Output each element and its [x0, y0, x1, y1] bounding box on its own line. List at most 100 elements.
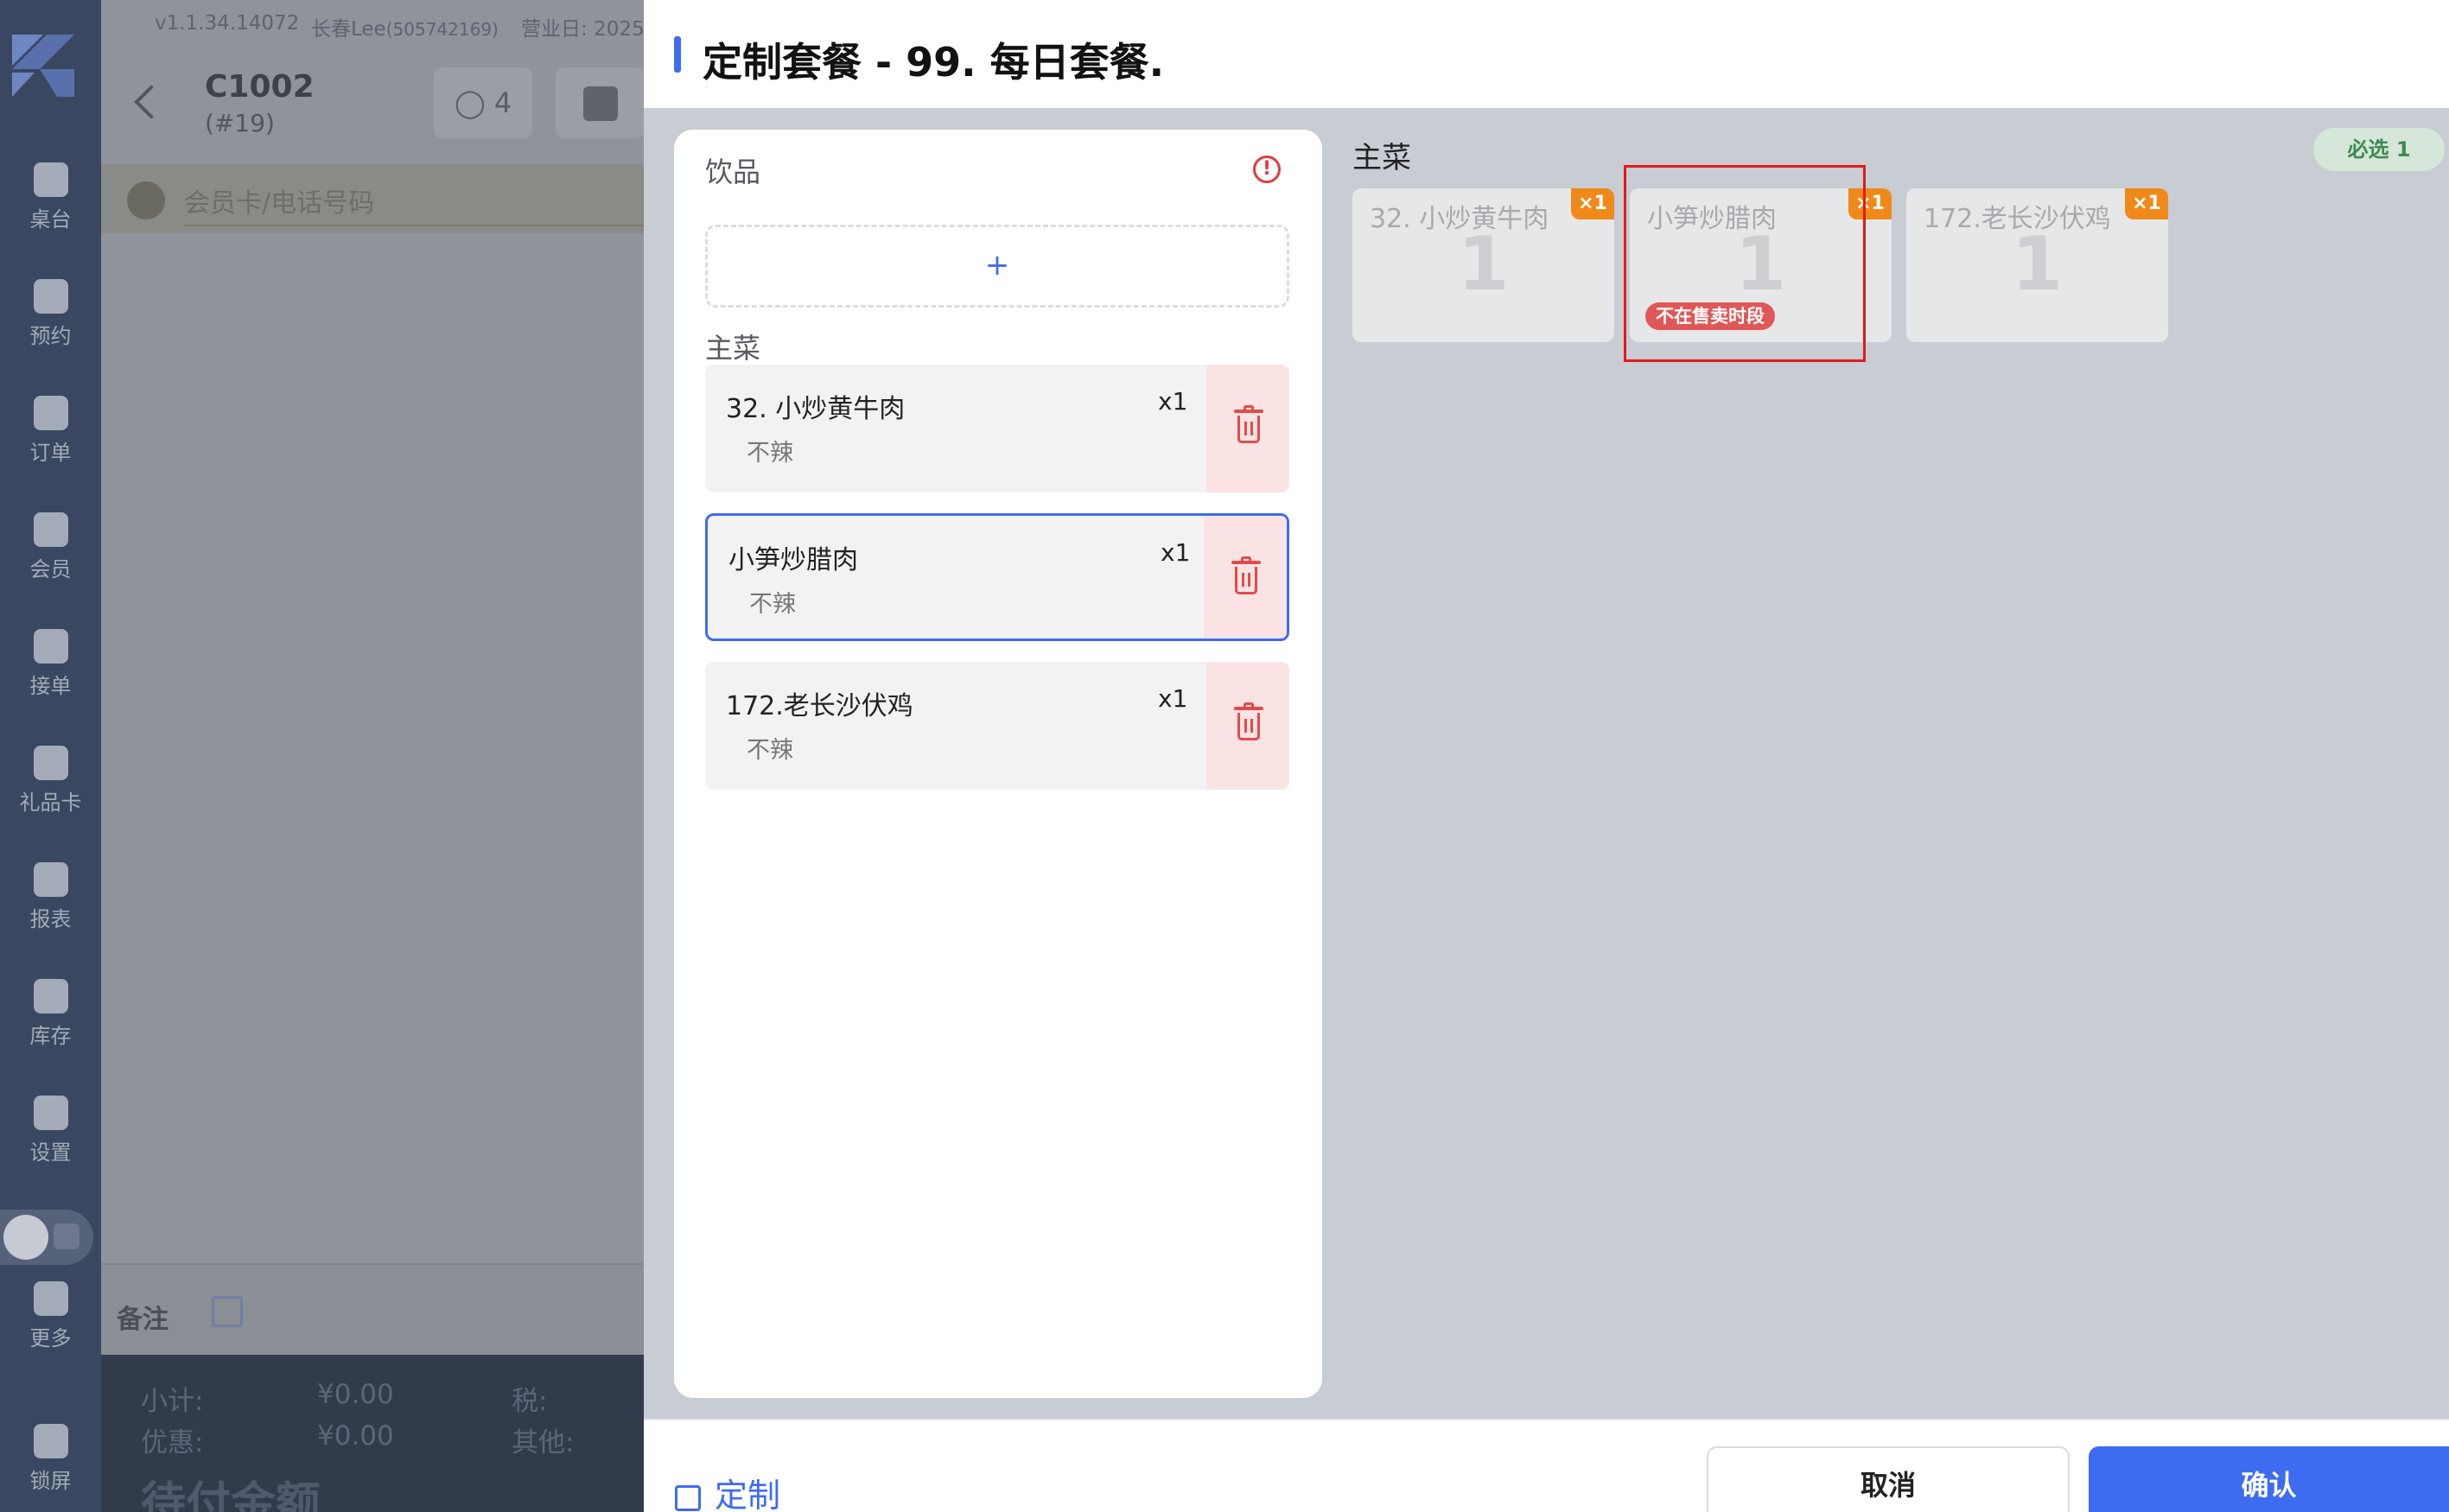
view-toggle[interactable]: [0, 1210, 93, 1265]
note-label: 备注: [117, 1305, 169, 1335]
modal-header: 定制套餐 - 99. 每日套餐.: [644, 0, 2449, 108]
required-badge: 必选 1: [2313, 128, 2445, 171]
item-name: 172.老长沙伏鸡: [726, 691, 913, 721]
nav-item-label: 预约: [29, 324, 72, 348]
settings-icon: [33, 1096, 68, 1130]
trash-icon: [1234, 702, 1263, 741]
dish-count: 1: [1457, 221, 1510, 308]
dish-badge: ×1: [1571, 188, 1614, 219]
item-option: 不辣: [749, 591, 796, 618]
bag-icon: [583, 86, 618, 121]
item-name: 32. 小炒黄牛肉: [726, 394, 906, 424]
order-icon: [33, 396, 68, 430]
customize-button[interactable]: 定制: [675, 1469, 780, 1512]
nav-item-label: 会员: [29, 557, 72, 581]
list-view-icon: [54, 1223, 80, 1249]
other-label: 其他:: [512, 1427, 575, 1458]
delete-button[interactable]: [1204, 516, 1287, 638]
order-header: C1002 (#19) ◯ 4: [101, 52, 646, 156]
add-drink-button[interactable]: +: [705, 225, 1289, 308]
delete-button[interactable]: [1206, 365, 1289, 492]
selected-item[interactable]: 小笋炒腊肉 x1 不辣: [705, 513, 1289, 641]
nav-item-label: 库存: [29, 1024, 72, 1048]
amount-due-label: 待付金额: [141, 1478, 321, 1512]
member-input[interactable]: 会员卡/电话号码: [184, 181, 374, 219]
nav-item-label: 锁屏: [29, 1469, 72, 1493]
warning-icon: !: [1253, 156, 1281, 183]
selected-item[interactable]: 172.老长沙伏鸡 x1 不辣: [705, 662, 1289, 790]
reservation-icon: [33, 279, 68, 314]
user-name: 长春Lee(505742169): [311, 18, 499, 41]
nav-item[interactable]: 预约: [0, 279, 101, 349]
confirm-button[interactable]: 确认: [2089, 1446, 2449, 1512]
nav-item-label: 设置: [29, 1140, 72, 1165]
nav-item-label: 接单: [29, 674, 72, 698]
highlight-box: [1624, 165, 1866, 362]
bag-button[interactable]: [556, 67, 646, 138]
nav-item[interactable]: 订单: [0, 396, 101, 466]
business-day: 营业日: 2025: [521, 18, 645, 41]
nav-item[interactable]: 设置: [0, 1096, 101, 1166]
edit-note-icon[interactable]: [212, 1296, 243, 1327]
dish-count: 1: [2011, 221, 2064, 308]
dish-card[interactable]: 32. 小炒黄牛肉 1 ×1: [1352, 188, 1614, 342]
nav-item[interactable]: 礼品卡: [0, 746, 101, 816]
member-search[interactable]: 会员卡/电话号码: [101, 164, 646, 233]
nav-item[interactable]: 库存: [0, 979, 101, 1049]
selected-items-card: 饮品 ! + 主菜 32. 小炒黄牛肉 x1 不辣 小笋炒腊肉 x1 不辣 172.老长沙伏…: [674, 130, 1322, 1398]
dish-group-title: 主菜: [1352, 141, 1411, 175]
status-bar: v1.1.34.14072 长春Lee(505742169) 营业日: 2025: [101, 0, 646, 52]
modal-body: 饮品 ! + 主菜 32. 小炒黄牛肉 x1 不辣 小笋炒腊肉 x1 不辣 172.老长沙伏…: [644, 108, 2449, 1419]
cancel-button[interactable]: 取消: [1707, 1446, 2070, 1512]
discount-label: 优惠:: [141, 1427, 204, 1458]
back-icon[interactable]: [134, 85, 169, 119]
nav-item[interactable]: 会员: [0, 512, 101, 582]
subtotal-value: ¥0.00: [317, 1379, 394, 1410]
more-icon: [33, 1281, 68, 1316]
inventory-icon: [33, 979, 68, 1013]
guest-count: 4: [493, 86, 512, 119]
nav-item-label: 订单: [29, 441, 72, 465]
drinks-section-title: 饮品: [705, 156, 761, 188]
customize-icon: [675, 1484, 701, 1511]
lock-icon: [33, 1424, 68, 1458]
table-number: C1002: [205, 69, 315, 105]
title-accent: [674, 36, 681, 73]
divider: [184, 225, 646, 226]
dish-card[interactable]: 172.老长沙伏鸡 1 ×1: [1906, 188, 2168, 342]
trash-icon: [1234, 405, 1263, 444]
nav-item-label: 礼品卡: [19, 791, 82, 815]
discount-value: ¥0.00: [317, 1420, 394, 1452]
nav-item-label: 更多: [29, 1326, 72, 1350]
note-row: 备注: [101, 1263, 646, 1358]
nav-item-label: 报表: [29, 907, 72, 931]
item-qty: x1: [1158, 387, 1188, 416]
nav-item[interactable]: 更多: [0, 1281, 101, 1351]
nav-item[interactable]: 锁屏: [0, 1424, 101, 1494]
totals-panel: 小计: ¥0.00 税: 优惠: ¥0.00 其他: 待付金额: [101, 1355, 646, 1512]
nav-item[interactable]: 桌台: [0, 162, 101, 232]
person-icon: ◯: [454, 86, 486, 119]
item-name: 小笋炒腊肉: [728, 545, 858, 575]
nav-item-label: 桌台: [29, 207, 72, 232]
guest-count-button[interactable]: ◯ 4: [434, 67, 532, 138]
nav-item[interactable]: 接单: [0, 629, 101, 699]
modal-title: 定制套餐 - 99. 每日套餐.: [703, 39, 1165, 86]
modal-footer: 定制 取消 确认: [644, 1419, 2449, 1512]
nav-item[interactable]: 报表: [0, 862, 101, 932]
trash-icon: [1231, 556, 1261, 595]
accept-order-icon: [33, 629, 68, 664]
dish-badge: ×1: [2125, 188, 2168, 219]
item-option: 不辣: [747, 737, 793, 764]
item-qty: x1: [1161, 538, 1191, 567]
member-icon: [127, 181, 165, 219]
delete-button[interactable]: [1206, 662, 1289, 790]
mains-section-title: 主菜: [705, 332, 761, 365]
subtotal-label: 小计:: [141, 1386, 204, 1417]
tax-label: 税:: [512, 1386, 548, 1417]
order-panel: v1.1.34.14072 长春Lee(505742169) 营业日: 2025…: [101, 0, 646, 1512]
order-number: (#19): [205, 109, 275, 137]
gift-card-icon: [33, 746, 68, 780]
selected-item[interactable]: 32. 小炒黄牛肉 x1 不辣: [705, 365, 1289, 492]
nav-rail: 桌台预约订单会员接单礼品卡报表库存设置更多锁屏: [0, 0, 101, 1512]
